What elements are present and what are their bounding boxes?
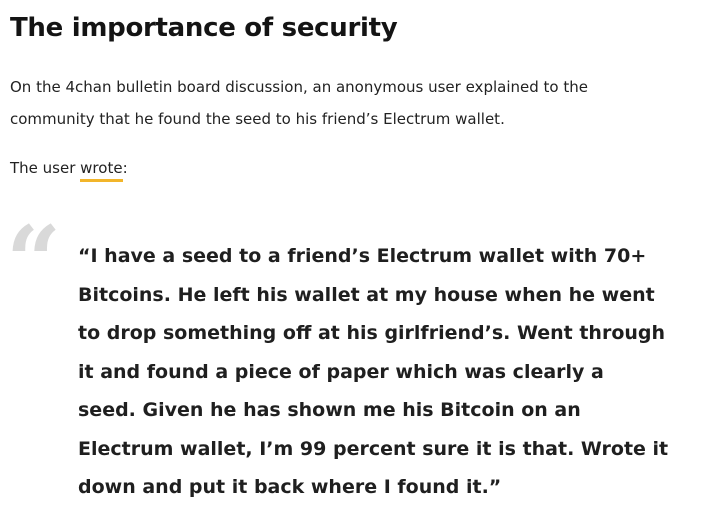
intro-paragraph: On the 4chan bulletin board discussion, … <box>10 71 700 135</box>
attribution-suffix: : <box>122 159 128 177</box>
quote-line: Bitcoins. He left his wallet at my house… <box>78 283 655 306</box>
quote-mark-icon: “ <box>6 205 62 318</box>
quote-line: it and found a piece of paper which was … <box>78 360 604 383</box>
intro-line: community that he found the seed to his … <box>10 110 505 128</box>
intro-line: On the 4chan bulletin board discussion, … <box>10 78 588 96</box>
blockquote: “I have a seed to a friend’s Electrum wa… <box>78 237 698 507</box>
attribution-paragraph: The user wrote: <box>10 152 128 184</box>
attribution-prefix: The user <box>10 159 81 177</box>
quote-line: to drop something off at his girlfriend’… <box>78 322 666 344</box>
quote-line: Electrum wallet, I’m 99 percent sure it … <box>78 437 669 460</box>
quote-line: “I have a seed to a friend’s Electrum wa… <box>78 245 647 267</box>
quote-line: down and put it back where I found it.” <box>78 476 502 498</box>
section-heading: The importance of security <box>10 13 398 43</box>
quote-line: seed. Given he has shown me his Bitcoin … <box>78 399 581 421</box>
wrote-link[interactable]: wrote <box>80 159 123 182</box>
